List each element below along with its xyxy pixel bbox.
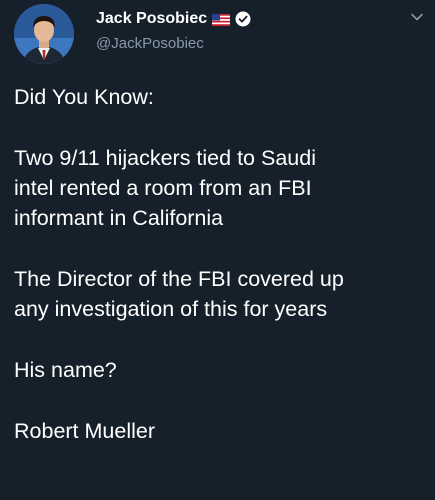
tweet-paragraph: Two 9/11 hijackers tied to Saudi intel r… (14, 146, 316, 230)
author-display-name[interactable]: Jack Posobiec (96, 10, 207, 28)
us-flag-icon (212, 13, 231, 26)
author-name-row: Jack Posobiec (96, 10, 251, 28)
author-handle[interactable]: @JackPosobiec (96, 35, 204, 52)
avatar-image (14, 4, 74, 64)
tweet-paragraph: Did You Know: (14, 85, 154, 109)
tweet-paragraph: His name? (14, 358, 117, 382)
tweet-paragraph: Robert Mueller (14, 419, 155, 443)
tweet-card: Jack Posobiec @JackPosobiec Did You Know… (0, 0, 435, 500)
chevron-down-icon[interactable] (410, 10, 424, 24)
tweet-header: Jack Posobiec @JackPosobiec (14, 4, 424, 68)
tweet-text: Did You Know: Two 9/11 hijackers tied to… (14, 82, 424, 446)
avatar[interactable] (14, 4, 74, 64)
verified-badge-icon (235, 11, 251, 27)
tweet-paragraph: The Director of the FBI covered up any i… (14, 267, 344, 321)
